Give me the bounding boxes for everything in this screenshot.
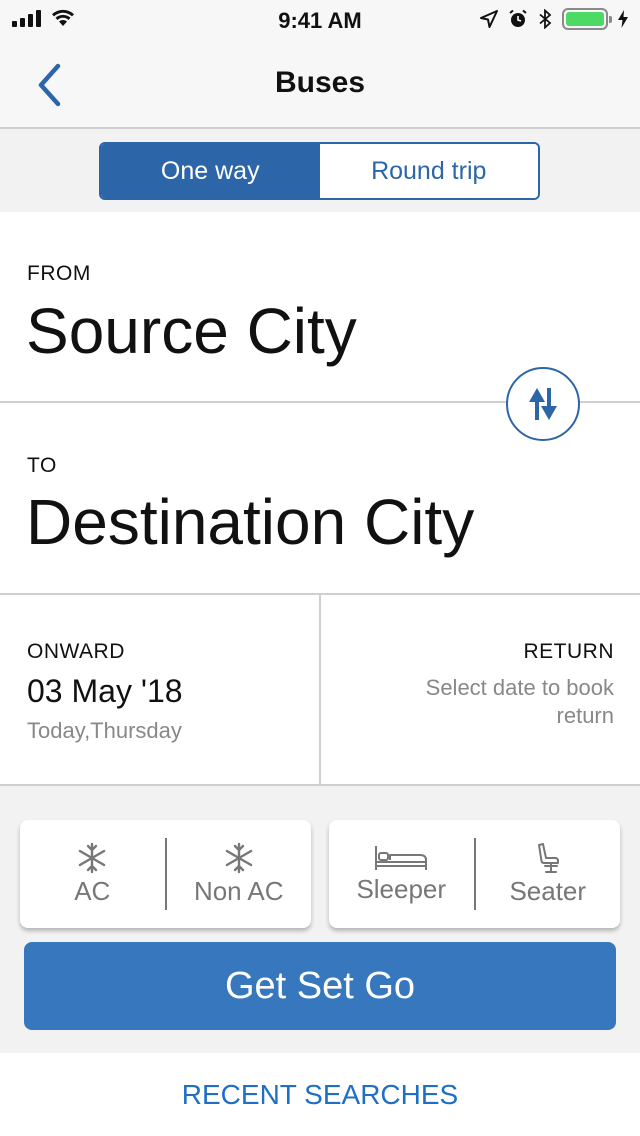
snowflake-icon bbox=[78, 842, 106, 873]
bluetooth-icon bbox=[539, 9, 552, 29]
seater-filter[interactable]: Seater bbox=[476, 820, 621, 928]
get-set-go-button[interactable]: Get Set Go bbox=[24, 942, 616, 1030]
swap-vertical-icon bbox=[529, 388, 557, 420]
battery-cap bbox=[609, 16, 612, 23]
bed-icon bbox=[375, 845, 428, 870]
from-city[interactable]: Source City bbox=[26, 294, 357, 368]
route-card: FROM Source City TO Destination City bbox=[0, 212, 640, 593]
charging-bolt-icon bbox=[618, 10, 628, 28]
ac-filter-group: AC Non AC bbox=[20, 820, 311, 928]
sleeper-label: Sleeper bbox=[356, 873, 447, 904]
return-label: RETURN bbox=[523, 640, 614, 663]
page-title: Buses bbox=[274, 66, 366, 99]
onward-date-picker[interactable]: ONWARD 03 May '18 Today,Thursday bbox=[0, 595, 319, 784]
alarm-icon bbox=[509, 9, 527, 27]
from-label: FROM bbox=[27, 262, 91, 285]
seater-label: Seater bbox=[509, 875, 587, 906]
onward-date: 03 May '18 bbox=[27, 673, 183, 709]
trip-type-area: One way Round trip bbox=[0, 129, 640, 212]
return-hint: Select date to book return bbox=[425, 675, 614, 728]
ac-label: AC bbox=[74, 875, 111, 906]
to-label: TO bbox=[27, 454, 57, 477]
return-date-picker[interactable]: RETURN Select date to book return bbox=[321, 595, 640, 784]
swap-button[interactable] bbox=[506, 367, 580, 441]
battery-fill bbox=[566, 12, 604, 26]
onward-day: Today,Thursday bbox=[27, 718, 182, 743]
non-ac-label: Non AC bbox=[193, 875, 284, 906]
seat-icon bbox=[537, 842, 559, 873]
onward-label: ONWARD bbox=[27, 640, 125, 663]
recent-searches-link[interactable]: RECENT SEARCHES bbox=[0, 1053, 640, 1136]
status-right bbox=[480, 8, 628, 30]
ac-filter[interactable]: AC bbox=[20, 820, 165, 928]
snowflake-icon bbox=[225, 842, 253, 873]
location-arrow-icon bbox=[480, 10, 498, 28]
one-way-tab[interactable]: One way bbox=[101, 144, 320, 198]
non-ac-filter[interactable]: Non AC bbox=[167, 820, 312, 928]
to-city[interactable]: Destination City bbox=[26, 485, 474, 559]
trip-type-segmented-control: One way Round trip bbox=[99, 142, 540, 200]
status-bar: 9:41 AM bbox=[0, 0, 640, 40]
sleeper-filter[interactable]: Sleeper bbox=[329, 820, 474, 928]
dates-row: ONWARD 03 May '18 Today,Thursday RETURN … bbox=[0, 593, 640, 786]
seat-filter-group: Sleeper Seater bbox=[329, 820, 620, 928]
nav-bar: Buses bbox=[0, 40, 640, 129]
battery-icon bbox=[562, 8, 612, 30]
round-trip-tab[interactable]: Round trip bbox=[319, 144, 538, 198]
